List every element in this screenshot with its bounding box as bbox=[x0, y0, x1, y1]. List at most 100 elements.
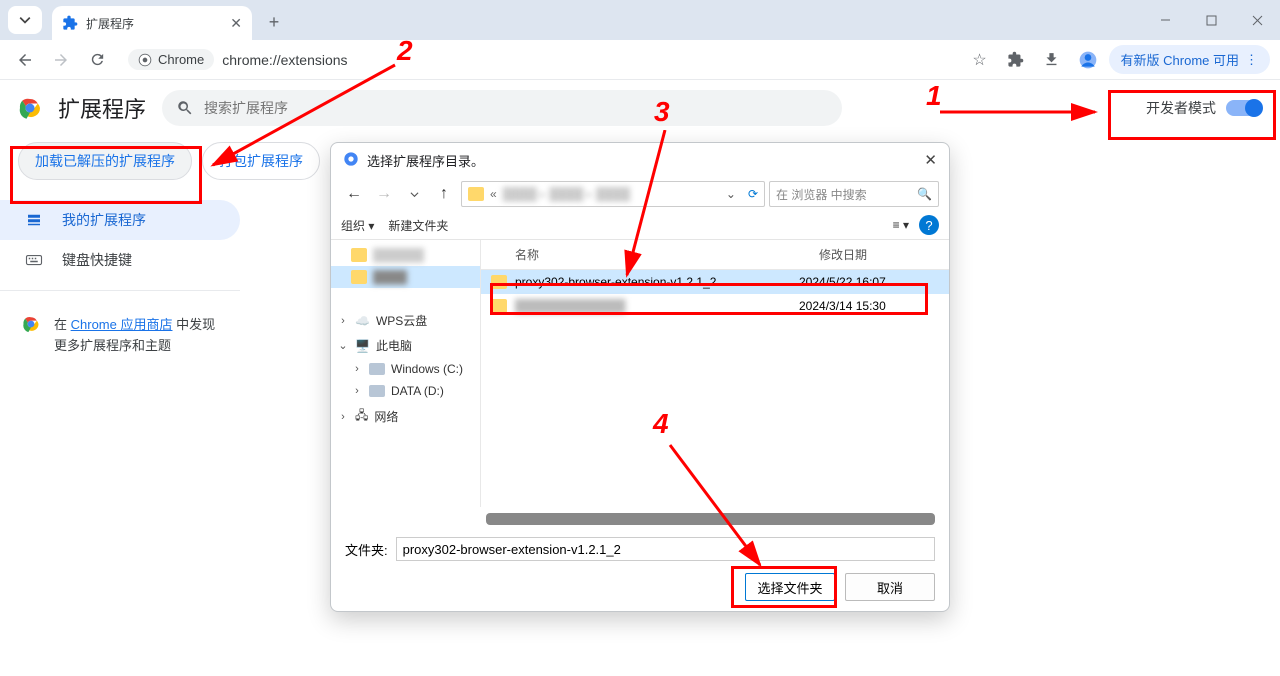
new-folder-button[interactable]: 新建文件夹 bbox=[388, 217, 448, 234]
store-prefix: 在 bbox=[54, 317, 71, 332]
search-input[interactable] bbox=[204, 100, 828, 116]
window-controls bbox=[1142, 4, 1280, 36]
chrome-icon bbox=[138, 53, 152, 67]
col-name[interactable]: 名称 bbox=[505, 240, 809, 269]
update-chip-label: 有新版 Chrome 可用 bbox=[1121, 50, 1239, 69]
nav-up-button[interactable]: ↑ bbox=[431, 181, 457, 207]
nav-recent-dropdown[interactable] bbox=[401, 181, 427, 207]
search-placeholder: 在 浏览器 中搜索 bbox=[776, 186, 867, 203]
tree-label: 网络 bbox=[374, 408, 398, 425]
folder-name-row: 文件夹: bbox=[345, 537, 935, 561]
folder-icon bbox=[351, 248, 367, 262]
folder-picker-dialog: 选择扩展程序目录。 ✕ ← → ↑ « ████ ▸ ████ ▸ ████ ⌄… bbox=[330, 142, 950, 612]
dialog-body: ██████ ████ ›☁️WPS云盘 ⌄🖥️此电脑 ›Windows (C:… bbox=[331, 240, 949, 507]
tree-label: 此电脑 bbox=[376, 337, 412, 354]
list-row[interactable]: proxy302-browser-extension-v1.2.1_2 2024… bbox=[481, 270, 949, 294]
tabs-dropdown[interactable] bbox=[8, 6, 42, 34]
site-chip[interactable]: Chrome bbox=[128, 49, 214, 70]
tree-row-data-d[interactable]: ›DATA (D:) bbox=[331, 380, 480, 402]
view-menu[interactable]: ≡ ▾ bbox=[893, 218, 909, 232]
keyboard-icon bbox=[24, 250, 44, 270]
forward-button[interactable] bbox=[46, 45, 76, 75]
omnibox-bar: Chrome chrome://extensions ☆ 有新版 Chrome … bbox=[0, 40, 1280, 80]
divider bbox=[0, 290, 240, 291]
folder-icon bbox=[491, 275, 507, 289]
blurred-path: ████ ▸ ████ ▸ ████ bbox=[503, 187, 720, 201]
stack-icon bbox=[24, 210, 44, 230]
sidebar-item-shortcuts[interactable]: 键盘快捷键 bbox=[0, 240, 240, 280]
horizontal-scrollbar[interactable] bbox=[486, 513, 935, 525]
bookmark-icon[interactable]: ☆ bbox=[965, 45, 995, 75]
load-unpacked-button[interactable]: 加载已解压的扩展程序 bbox=[18, 142, 192, 180]
row-name: proxy302-browser-extension-v1.2.1_2 bbox=[515, 275, 791, 289]
puzzle-icon bbox=[62, 15, 78, 31]
chrome-logo-icon bbox=[343, 151, 359, 170]
disk-icon bbox=[369, 363, 385, 375]
pc-icon: 🖥️ bbox=[355, 339, 370, 353]
nav-forward-button[interactable]: → bbox=[371, 181, 397, 207]
dialog-search[interactable]: 在 浏览器 中搜索 🔍 bbox=[769, 181, 939, 207]
downloads-icon[interactable] bbox=[1037, 45, 1067, 75]
path-breadcrumb[interactable]: « ████ ▸ ████ ▸ ████ ⌄ ⟳ bbox=[461, 181, 765, 207]
maximize-icon[interactable] bbox=[1188, 4, 1234, 36]
sidebar-item-my-extensions[interactable]: 我的扩展程序 bbox=[0, 200, 240, 240]
omnibox[interactable]: Chrome chrome://extensions bbox=[118, 45, 959, 75]
file-list: 名称 修改日期 proxy302-browser-extension-v1.2.… bbox=[481, 240, 949, 507]
extensions-sidebar: 我的扩展程序 键盘快捷键 在 Chrome 应用商店 中发现更多扩展程序和主题 bbox=[0, 200, 240, 371]
minimize-icon[interactable] bbox=[1142, 4, 1188, 36]
tree-label: Windows (C:) bbox=[391, 362, 463, 376]
chrome-logo-icon bbox=[18, 96, 42, 120]
list-row[interactable]: █████████████ 2024/3/14 15:30 bbox=[481, 294, 949, 318]
tree-row[interactable]: ██████ bbox=[331, 244, 480, 266]
browser-tab[interactable]: 扩展程序 ✕ bbox=[52, 6, 252, 40]
sidebar-item-label: 键盘快捷键 bbox=[62, 250, 132, 270]
tree-label: WPS云盘 bbox=[376, 312, 427, 329]
cloud-icon: ☁️ bbox=[355, 314, 370, 328]
folder-name-input[interactable] bbox=[396, 537, 935, 561]
tree-row-network[interactable]: ›🖧网络 bbox=[331, 402, 480, 431]
path-prefix: « bbox=[490, 187, 497, 201]
folder-icon bbox=[491, 299, 507, 313]
row-name: █████████████ bbox=[515, 299, 791, 313]
disk-icon bbox=[369, 385, 385, 397]
blurred-label: ████ bbox=[373, 270, 407, 284]
site-chip-label: Chrome bbox=[158, 52, 204, 67]
help-icon[interactable]: ? bbox=[919, 215, 939, 235]
select-folder-button[interactable]: 选择文件夹 bbox=[745, 573, 835, 601]
sidebar-store-promo: 在 Chrome 应用商店 中发现更多扩展程序和主题 bbox=[0, 301, 240, 371]
kebab-icon: ⋮ bbox=[1245, 52, 1258, 68]
refresh-icon[interactable]: ⟳ bbox=[748, 187, 758, 201]
nav-back-button[interactable]: ← bbox=[341, 181, 367, 207]
tree-row-thispc[interactable]: ⌄🖥️此电脑 bbox=[331, 333, 480, 358]
tab-strip: 扩展程序 ✕ + bbox=[0, 0, 1280, 40]
tab-close-icon[interactable]: ✕ bbox=[230, 15, 242, 32]
col-date[interactable]: 修改日期 bbox=[809, 240, 949, 269]
extensions-search[interactable] bbox=[162, 90, 842, 126]
chrome-web-store-link[interactable]: Chrome 应用商店 bbox=[71, 317, 173, 332]
dialog-close-button[interactable]: ✕ bbox=[924, 151, 937, 169]
reload-button[interactable] bbox=[82, 45, 112, 75]
close-window-icon[interactable] bbox=[1234, 4, 1280, 36]
profile-icon[interactable] bbox=[1073, 45, 1103, 75]
chrome-update-chip[interactable]: 有新版 Chrome 可用 ⋮ bbox=[1109, 45, 1270, 74]
tree-row[interactable]: ████ bbox=[331, 266, 480, 288]
search-icon bbox=[176, 99, 194, 117]
organize-menu[interactable]: 组织 ▾ bbox=[341, 217, 374, 234]
tree-row-wps[interactable]: ›☁️WPS云盘 bbox=[331, 308, 480, 333]
page-title: 扩展程序 bbox=[58, 92, 146, 124]
dialog-nav: ← → ↑ « ████ ▸ ████ ▸ ████ ⌄ ⟳ 在 浏览器 中搜索… bbox=[331, 177, 949, 211]
pack-extension-button[interactable]: 打包扩展程序 bbox=[202, 142, 320, 180]
back-button[interactable] bbox=[10, 45, 40, 75]
folder-icon bbox=[468, 187, 484, 201]
developer-mode-label: 开发者模式 bbox=[1146, 98, 1216, 118]
developer-mode-toggle[interactable] bbox=[1226, 100, 1262, 116]
cancel-button[interactable]: 取消 bbox=[845, 573, 935, 601]
tree-row-windows-c[interactable]: ›Windows (C:) bbox=[331, 358, 480, 380]
extensions-header: 扩展程序 开发者模式 bbox=[0, 80, 1280, 136]
dialog-title: 选择扩展程序目录。 bbox=[367, 151, 484, 170]
folder-icon bbox=[351, 270, 367, 284]
chevron-down-icon[interactable]: ⌄ bbox=[726, 187, 736, 201]
new-tab-button[interactable]: + bbox=[260, 8, 288, 36]
extensions-icon[interactable] bbox=[1001, 45, 1031, 75]
tab-title: 扩展程序 bbox=[86, 15, 222, 32]
